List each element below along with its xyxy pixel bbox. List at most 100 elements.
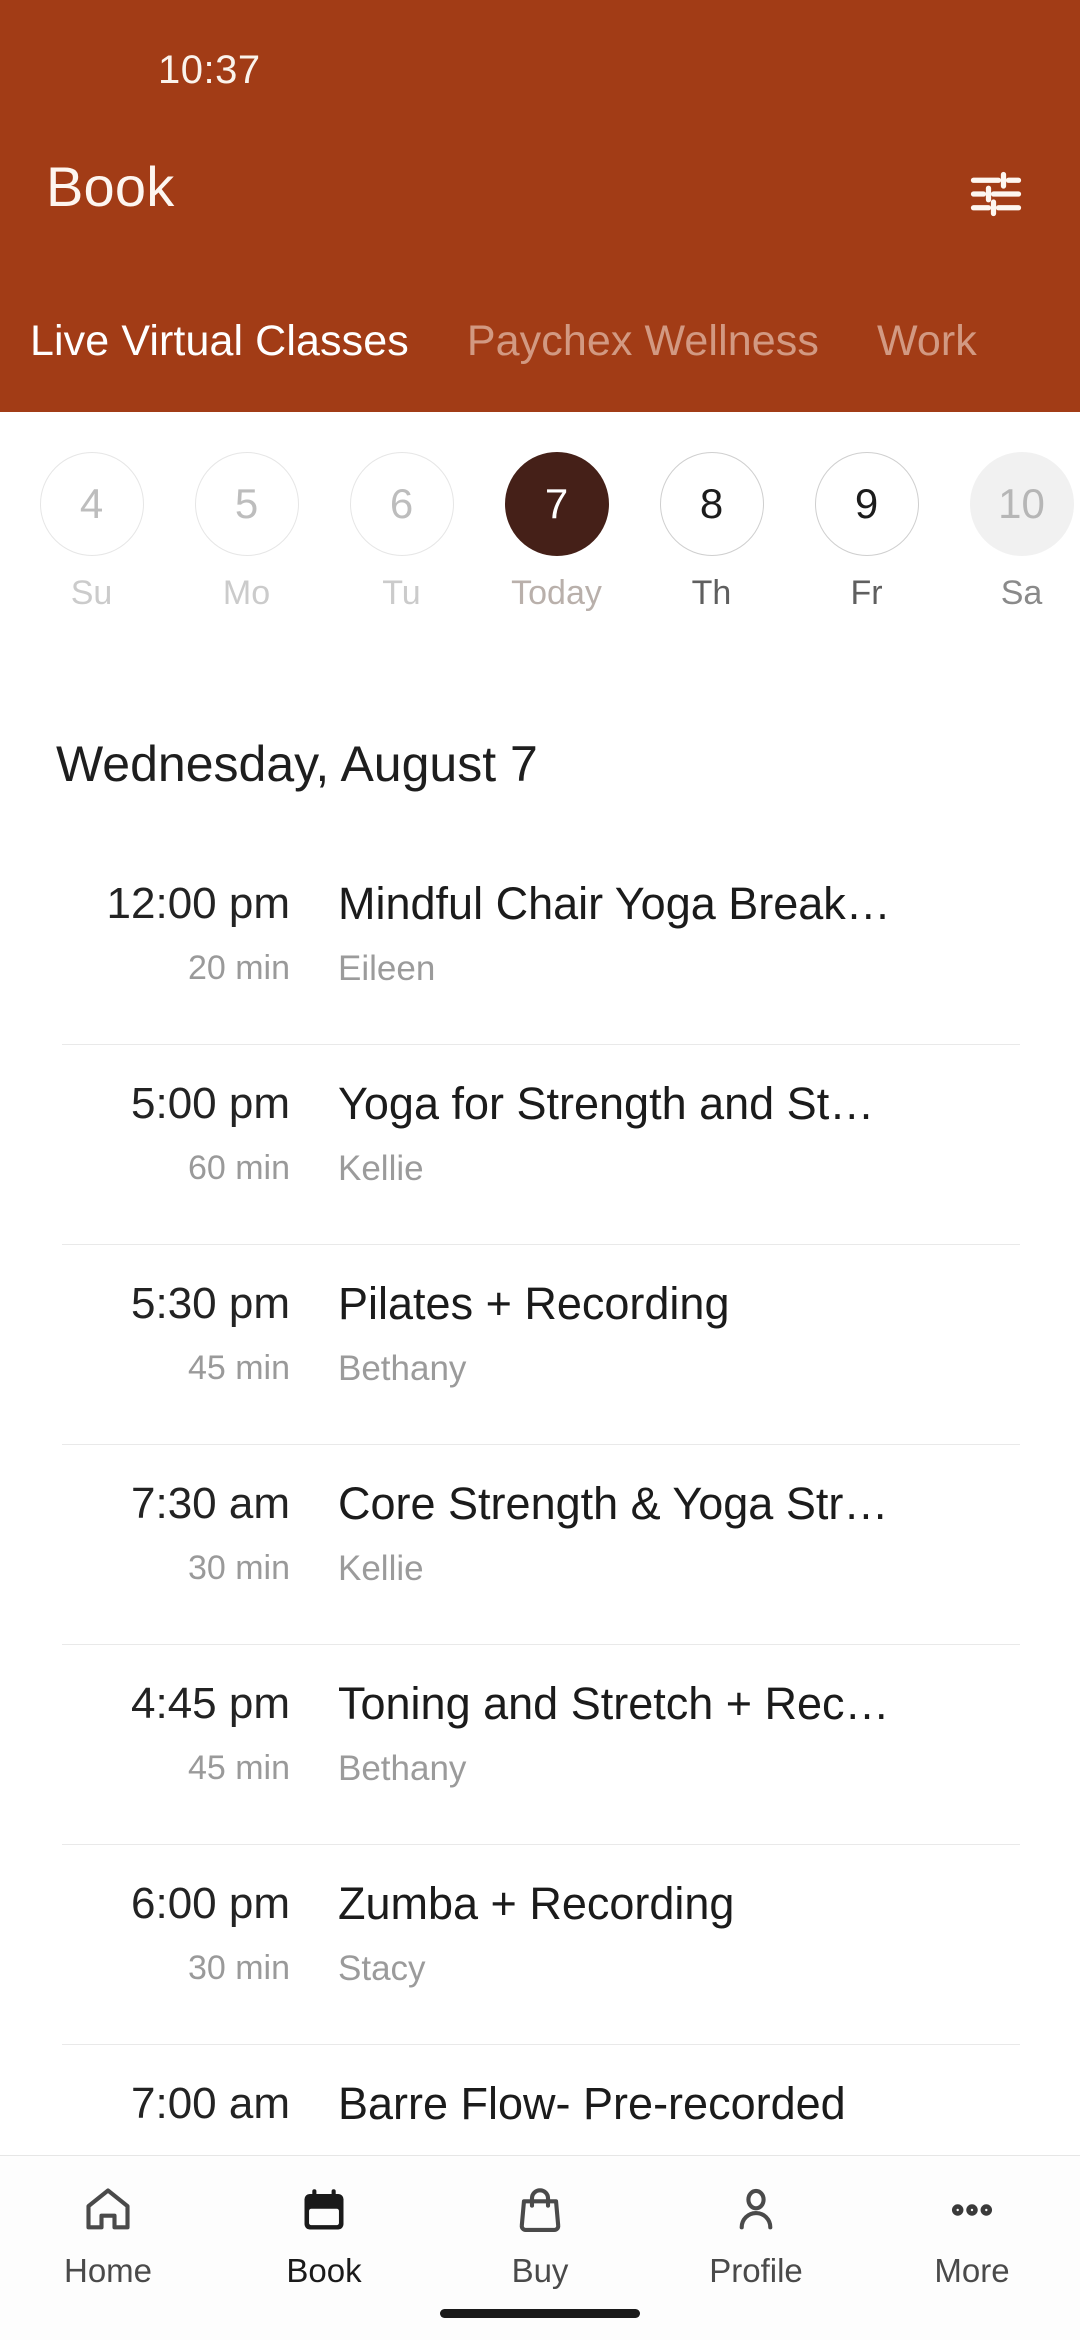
date-cell-6[interactable]: 6 Tu — [324, 452, 479, 613]
class-duration: 30 min — [187, 1549, 290, 1588]
date-label-8: Th — [691, 574, 732, 612]
status-bar-time: 10:37 — [158, 48, 261, 92]
status-bar: 10:37 — [0, 0, 1080, 110]
class-list-item[interactable]: 7:00 am Barre Flow- Pre-recorded — [0, 2045, 1080, 2155]
class-time: 6:00 pm — [131, 1879, 290, 1928]
date-cell-9[interactable]: 9 Fr — [789, 452, 944, 613]
class-list-item[interactable]: 12:00 pm 20 min Mindful Chair Yoga Break… — [0, 845, 1080, 1045]
date-label-10: Sa — [1000, 574, 1043, 612]
class-info-block: Core Strength & Yoga Str… Kellie — [338, 1479, 1050, 1589]
date-circle-5[interactable]: 5 — [194, 452, 299, 556]
date-label-4: Su — [70, 574, 113, 612]
class-time: 5:30 pm — [131, 1279, 290, 1328]
class-list-item[interactable]: 4:45 pm 45 min Toning and Stretch + Rec…… — [0, 1645, 1080, 1845]
class-instructor: Kellie — [338, 1548, 424, 1588]
class-title: Toning and Stretch + Rec… — [338, 1679, 890, 1729]
date-cell-7-today[interactable]: 7 Today — [479, 452, 634, 613]
date-label-5: Mo — [222, 574, 271, 612]
nav-item-buy[interactable]: Buy — [432, 2178, 648, 2290]
class-duration: 45 min — [187, 1349, 290, 1388]
nav-item-home[interactable]: Home — [0, 2178, 216, 2290]
class-list[interactable]: 12:00 pm 20 min Mindful Chair Yoga Break… — [0, 845, 1080, 2155]
class-title: Pilates + Recording — [338, 1279, 730, 1329]
bottom-navigation[interactable]: Home Book Buy Profile More — [0, 2155, 1080, 2340]
class-title: Core Strength & Yoga Str… — [338, 1479, 889, 1529]
date-circle-7[interactable]: 7 — [504, 452, 609, 556]
date-cell-5[interactable]: 5 Mo — [169, 452, 324, 613]
class-instructor: Kellie — [338, 1148, 424, 1188]
date-cell-4[interactable]: 4 Su — [14, 452, 169, 613]
class-time: 12:00 pm — [106, 879, 290, 928]
class-title: Zumba + Recording — [338, 1879, 735, 1929]
class-time-block: 5:30 pm 45 min — [0, 1279, 290, 1388]
date-cell-10[interactable]: 10 Sa — [944, 452, 1080, 613]
date-circle-8[interactable]: 8 — [659, 452, 764, 556]
class-info-block: Mindful Chair Yoga Break… Eileen — [338, 879, 1050, 989]
class-instructor: Eileen — [338, 948, 436, 988]
class-info-block: Barre Flow- Pre-recorded — [338, 2079, 1050, 2149]
class-list-item[interactable]: 5:30 pm 45 min Pilates + Recording Betha… — [0, 1245, 1080, 1445]
tab-paychex-wellness[interactable]: Paychex Wellness — [467, 317, 819, 366]
home-indicator — [440, 2309, 640, 2318]
nav-label-buy: Buy — [511, 2252, 569, 2289]
date-circle-10[interactable]: 10 — [969, 452, 1074, 556]
date-circle-6[interactable]: 6 — [349, 452, 454, 556]
calendar-icon — [298, 2178, 350, 2242]
class-list-item[interactable]: 7:30 am 30 min Core Strength & Yoga Str…… — [0, 1445, 1080, 1645]
class-title: Yoga for Strength and St… — [338, 1079, 875, 1129]
class-instructor: Bethany — [338, 1348, 467, 1388]
nav-label-more: More — [934, 2252, 1010, 2289]
date-cell-8[interactable]: 8 Th — [634, 452, 789, 613]
class-duration: 20 min — [187, 949, 290, 988]
date-label-today: Today — [511, 574, 602, 612]
class-time-block: 12:00 pm 20 min — [0, 879, 290, 988]
nav-item-profile[interactable]: Profile — [648, 2178, 864, 2290]
class-info-block: Yoga for Strength and St… Kellie — [338, 1079, 1050, 1189]
class-time-block: 6:00 pm 30 min — [0, 1879, 290, 1988]
app-header: 10:37 Book Live Virtual Classes Paychex … — [0, 0, 1080, 412]
home-icon — [82, 2178, 134, 2242]
class-info-block: Zumba + Recording Stacy — [338, 1879, 1050, 1989]
tab-work[interactable]: Work — [877, 317, 977, 366]
page-title: Book — [46, 155, 175, 218]
nav-item-book[interactable]: Book — [216, 2178, 432, 2290]
ellipsis-icon — [946, 2178, 998, 2242]
class-time: 4:45 pm — [131, 1679, 290, 1728]
bag-icon — [514, 2178, 566, 2242]
nav-label-profile: Profile — [709, 2252, 803, 2289]
selected-date-heading: Wednesday, August 7 — [56, 736, 538, 792]
app-screen: 10:37 Book Live Virtual Classes Paychex … — [0, 0, 1080, 2340]
class-time-block: 7:00 am — [0, 2079, 290, 2149]
class-info-block: Toning and Stretch + Rec… Bethany — [338, 1679, 1050, 1789]
class-title: Barre Flow- Pre-recorded — [338, 2079, 846, 2129]
app-bar: Book — [0, 110, 1080, 270]
class-instructor: Bethany — [338, 1748, 467, 1788]
tab-live-virtual-classes[interactable]: Live Virtual Classes — [30, 317, 409, 366]
class-time: 7:30 am — [131, 1479, 290, 1528]
nav-label-book: Book — [286, 2252, 362, 2289]
class-duration: 45 min — [187, 1749, 290, 1788]
class-instructor: Stacy — [338, 1948, 426, 1988]
date-label-9: Fr — [850, 574, 883, 612]
date-label-6: Tu — [382, 574, 421, 612]
date-selector[interactable]: 4 Su 5 Mo 6 Tu 7 Today 8 Th 9 Fr 10 Sa — [0, 412, 1080, 652]
date-circle-9[interactable]: 9 — [814, 452, 919, 556]
category-tabs[interactable]: Live Virtual Classes Paychex Wellness Wo… — [0, 270, 1080, 412]
class-time-block: 4:45 pm 45 min — [0, 1679, 290, 1788]
class-time: 7:00 am — [131, 2079, 290, 2128]
class-duration: 60 min — [187, 1149, 290, 1188]
class-info-block: Pilates + Recording Bethany — [338, 1279, 1050, 1389]
date-circle-4[interactable]: 4 — [39, 452, 144, 556]
class-list-item[interactable]: 5:00 pm 60 min Yoga for Strength and St…… — [0, 1045, 1080, 1245]
class-time-block: 7:30 am 30 min — [0, 1479, 290, 1588]
filter-button[interactable] — [954, 152, 1038, 236]
nav-label-home: Home — [63, 2252, 153, 2289]
class-time-block: 5:00 pm 60 min — [0, 1079, 290, 1188]
class-list-item[interactable]: 6:00 pm 30 min Zumba + Recording Stacy — [0, 1845, 1080, 2045]
class-time: 5:00 pm — [131, 1079, 290, 1128]
class-duration: 30 min — [187, 1949, 290, 1988]
nav-item-more[interactable]: More — [864, 2178, 1080, 2290]
class-title: Mindful Chair Yoga Break… — [338, 879, 891, 929]
tune-filter-icon — [966, 164, 1026, 224]
person-icon — [730, 2178, 782, 2242]
